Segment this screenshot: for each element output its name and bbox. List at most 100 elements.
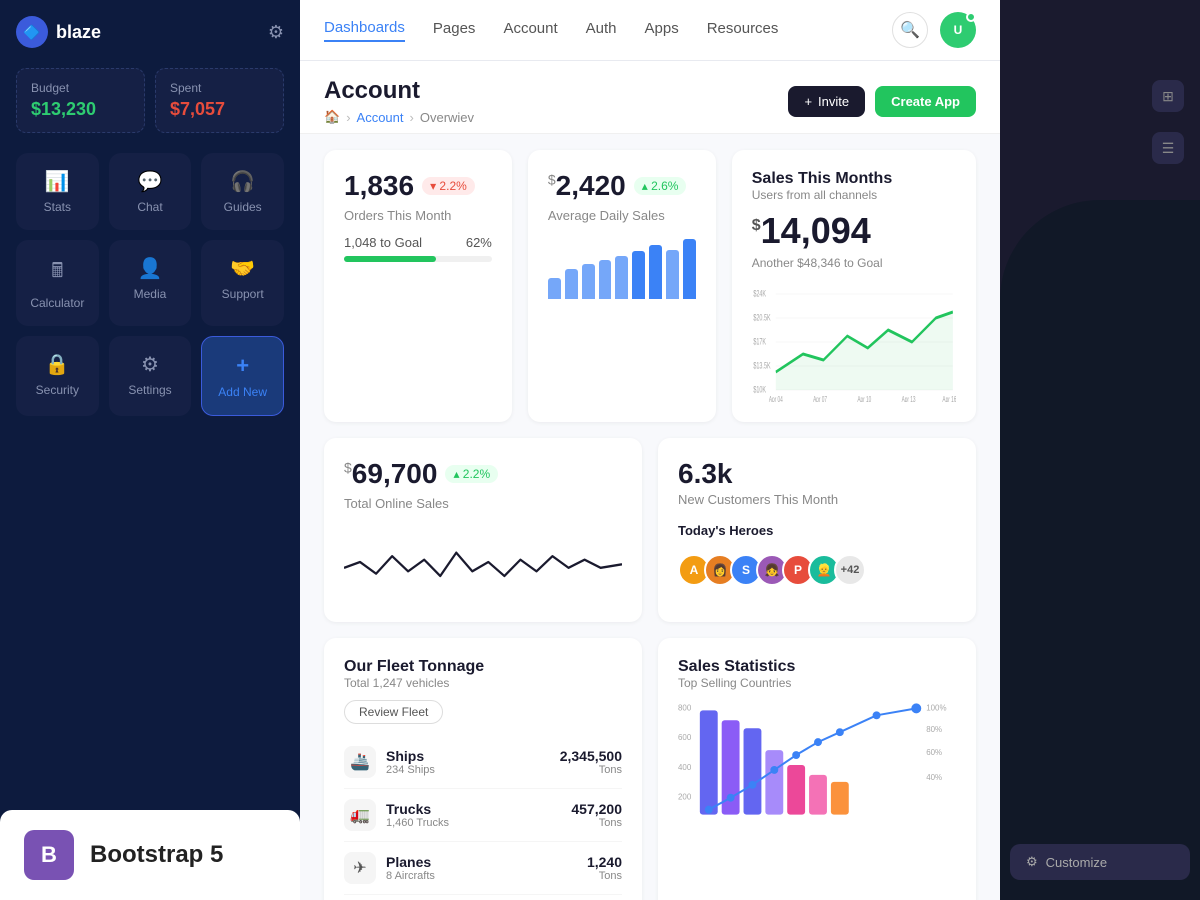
orders-card: 1,836 ▾ 2.2% Orders This Month 1,048 to … [324,150,512,422]
panel-blob [1000,200,1200,900]
spent-value: $7,057 [170,99,269,120]
orders-value: 1,836 [344,170,414,202]
svg-text:Apr 13: Apr 13 [901,396,915,402]
customize-icon: ⚙ [1026,854,1038,870]
tab-apps[interactable]: Apps [645,20,679,41]
sidebar-item-chat[interactable]: 💬 Chat [109,153,192,230]
sales-big-number: $14,094 [752,210,956,252]
invite-button[interactable]: + Invite [788,86,865,117]
bar-7 [649,245,662,299]
svg-text:800: 800 [678,703,692,712]
logo-text: blaze [56,22,101,43]
user-avatar[interactable]: U [940,12,976,48]
review-fleet-button[interactable]: Review Fleet [344,700,443,724]
breadcrumb-sep1: › [346,110,350,125]
breadcrumb-current: Overwiev [420,110,474,125]
tab-pages[interactable]: Pages [433,20,476,41]
daily-sales-card: $2,420 ▴ 2.6% Average Daily Sales [528,150,716,422]
avatar-status-dot [966,12,976,22]
panel-grid-icon[interactable]: ⊞ [1152,80,1184,112]
svg-text:40%: 40% [926,773,942,782]
support-label: Support [222,287,264,301]
main-content: Dashboards Pages Account Auth Apps Resou… [300,0,1000,900]
bootstrap-text: Bootstrap 5 [90,841,223,869]
bar-8 [666,250,679,299]
calculator-label: Calculator [30,296,84,310]
svg-text:60%: 60% [926,748,942,757]
tab-account[interactable]: Account [503,20,557,41]
sidebar-item-guides[interactable]: 🎧 Guides [201,153,284,230]
tab-auth[interactable]: Auth [586,20,617,41]
second-row: $69,700 ▴ 2.2% Total Online Sales 6.3k N… [324,438,976,622]
chat-label: Chat [137,200,162,214]
tab-resources[interactable]: Resources [707,20,779,41]
customers-value: 6.3k [678,458,956,490]
budget-row: Budget $13,230 Spent $7,057 [16,68,284,133]
customize-bar[interactable]: ⚙ Customize [1010,844,1190,880]
fleet-table: 🚢 Ships 234 Ships 2,345,500 Tons [344,736,622,900]
fleet-title: Our Fleet Tonnage [344,658,622,676]
online-sales-card: $69,700 ▴ 2.2% Total Online Sales [324,438,642,622]
planes-icon: ✈ [344,852,376,884]
sales-month-sub: Users from all channels [752,188,956,202]
breadcrumb-sep2: › [410,110,414,125]
tab-dashboards[interactable]: Dashboards [324,19,405,42]
settings-label: Settings [128,383,171,397]
breadcrumb-account[interactable]: Account [357,110,404,125]
planes-unit: Tons [587,870,622,882]
orders-badge: ▾ 2.2% [422,177,475,195]
guides-icon: 🎧 [230,169,255,194]
bar-1 [548,278,561,299]
stats-label: Stats [44,200,71,214]
ships-name: Ships [386,748,435,764]
top-nav-actions: 🔍 U [892,12,976,48]
sales-stats-card: Sales Statistics Top Selling Countries 8… [658,638,976,900]
third-row: Our Fleet Tonnage Total 1,247 vehicles R… [324,638,976,900]
create-app-button[interactable]: Create App [875,86,976,117]
online-sales-badge: ▴ 2.2% [445,465,498,483]
svg-text:Apr 16: Apr 16 [942,396,956,402]
svg-text:$20.5K: $20.5K [753,312,771,323]
security-icon: 🔒 [45,352,70,377]
add-new-label: Add New [218,385,267,399]
page-title: Account [324,77,474,105]
sidebar-item-settings[interactable]: ⚙ Settings [109,336,192,416]
page-title-area: Account 🏠 › Account › Overwiev [324,77,474,125]
sidebar-item-add-new[interactable]: + Add New [201,336,284,416]
security-label: Security [36,383,79,397]
add-new-icon: + [236,353,249,379]
sales-stats-subtitle: Top Selling Countries [678,676,956,690]
progress-bar-bg [344,256,492,262]
svg-text:200: 200 [678,793,692,802]
heroes-title: Today's Heroes [678,523,956,538]
sidebar-settings-icon[interactable]: ⚙ [268,22,284,43]
sidebar-item-calculator[interactable]: 🖩 Calculator [16,240,99,326]
search-button[interactable]: 🔍 [892,12,928,48]
planes-value: 1,240 [587,854,622,870]
panel-list-icon[interactable]: ☰ [1152,132,1184,164]
sidebar-item-support[interactable]: 🤝 Support [201,240,284,326]
invite-label: Invite [818,94,849,109]
fleet-subtitle: Total 1,247 vehicles [344,676,622,690]
online-sales-header: $69,700 ▴ 2.2% [344,458,622,490]
sidebar: 🔷 blaze ⚙ Budget $13,230 Spent $7,057 📊 … [0,0,300,900]
sales-line-chart: $24K $20.5K $17K $13.5K $10K [752,282,956,402]
goal-row: 1,048 to Goal 62% [344,235,492,250]
spent-card: Spent $7,057 [155,68,284,133]
top-nav: Dashboards Pages Account Auth Apps Resou… [300,0,1000,61]
svg-text:$24K: $24K [753,288,766,299]
sidebar-item-media[interactable]: 👤 Media [109,240,192,326]
customers-card: 6.3k New Customers This Month Today's He… [658,438,976,622]
sidebar-item-security[interactable]: 🔒 Security [16,336,99,416]
svg-text:600: 600 [678,733,692,742]
sales-stats-chart: 800 600 400 200 [678,690,956,830]
sales-goal-text: Another $48,346 to Goal [752,256,956,270]
trucks-sub: 1,460 Trucks [386,817,449,829]
customers-label: New Customers This Month [678,492,956,507]
bar-4 [599,260,612,299]
online-sales-label: Total Online Sales [344,496,622,511]
bar-5 [615,256,628,299]
breadcrumb-home[interactable]: 🏠 [324,109,340,125]
logo-area: 🔷 blaze [16,16,101,48]
sidebar-item-stats[interactable]: 📊 Stats [16,153,99,230]
